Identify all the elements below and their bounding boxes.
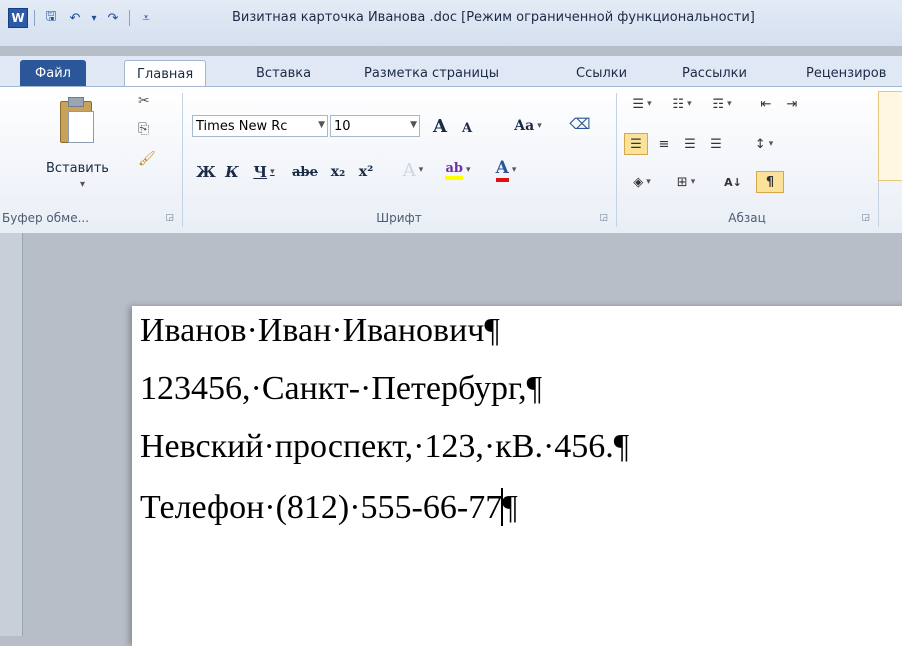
align-center-icon[interactable]: ≡ (652, 133, 676, 155)
align-right-icon[interactable]: ☰ (678, 133, 702, 155)
copy-icon[interactable]: ⎘ (138, 121, 149, 137)
shading-icon: ◈ (633, 174, 644, 190)
undo-dropdown-icon[interactable]: ▾ (89, 8, 99, 28)
paste-icon[interactable] (60, 97, 94, 143)
numbering-icon: ☷ (672, 96, 685, 112)
underline-button[interactable]: Ч ▾ (246, 161, 282, 183)
line-text: 123456,·Санкт-·Петербург, (140, 370, 527, 407)
multilevel-list-button[interactable]: ☶ ▾ (704, 93, 740, 115)
quick-access-toolbar: W 🖫 ↶ ▾ ↷ ⩡ (8, 6, 156, 30)
title-bar: W 🖫 ↶ ▾ ↷ ⩡ Визитная карточка Иванова .d… (0, 0, 902, 46)
text-effects-button[interactable]: A ▾ (396, 159, 430, 181)
qat-separator (129, 10, 130, 26)
qat-separator (34, 10, 35, 26)
borders-button[interactable]: ⊞ ▾ (668, 171, 704, 193)
styles-gallery[interactable] (878, 91, 902, 181)
borders-icon: ⊞ (676, 174, 688, 190)
text-effects-label: A (402, 159, 416, 181)
format-painter-icon[interactable]: 🖌 (138, 151, 156, 167)
tab-review[interactable]: Рецензиров (806, 60, 886, 86)
font-size-value: 10 (334, 118, 351, 134)
save-icon[interactable]: 🖫 (41, 8, 61, 28)
clipboard-group-label: Буфер обме... (2, 211, 90, 225)
chevron-down-icon[interactable]: ▼ (318, 120, 325, 130)
customize-qat-icon[interactable]: ⩡ (136, 8, 156, 28)
tab-mailings[interactable]: Рассылки (682, 60, 747, 86)
document-line[interactable]: Иванов·Иван·Иванович¶ (140, 312, 500, 350)
paste-dropdown-icon[interactable]: ▾ (80, 179, 85, 190)
clear-formatting-icon[interactable]: ⌫ (566, 113, 594, 135)
ribbon: Вставить ▾ ✂ ⎘ 🖌 Буфер обме... ◲ Times N… (0, 86, 902, 234)
line-text: Невский·проспект,·123,·кВ.·456. (140, 428, 614, 465)
highlight-color-button[interactable]: ab ▾ (438, 159, 478, 181)
sort-icon[interactable]: A↓ (718, 171, 748, 193)
paragraph-mark: ¶ (613, 428, 630, 465)
chevron-down-icon[interactable]: ▼ (410, 120, 417, 130)
superscript-button[interactable]: x² (354, 161, 378, 183)
clipboard-group: Вставить ▾ ✂ ⎘ 🖌 Буфер обме... ◲ (0, 87, 180, 231)
paragraph-mark: ¶ (502, 489, 518, 526)
tab-file[interactable]: Файл (20, 60, 86, 86)
decrease-indent-icon[interactable]: ⇤ (754, 93, 778, 115)
paragraph-group-label: Абзац (728, 211, 766, 225)
document-page[interactable]: Иванов·Иван·Иванович¶ 123456,·Санкт-·Пет… (132, 306, 902, 646)
font-name-input[interactable]: Times New Rc ▼ (192, 115, 328, 137)
font-color-label: A (495, 158, 509, 182)
bold-button[interactable]: Ж (196, 161, 216, 183)
underline-label: Ч (253, 163, 268, 181)
font-name-value: Times New Rc (196, 118, 288, 134)
increase-indent-icon[interactable]: ⇥ (780, 93, 804, 115)
numbering-button[interactable]: ☷ ▾ (664, 93, 700, 115)
redo-icon[interactable]: ↷ (103, 8, 123, 28)
font-launcher-icon[interactable]: ◲ (599, 213, 608, 223)
line-text: Телефон·(812)·555-66-77 (140, 489, 503, 526)
multilevel-list-icon: ☶ (712, 96, 725, 112)
tab-references[interactable]: Ссылки (576, 60, 627, 86)
tab-home[interactable]: Главная (124, 60, 207, 87)
word-app-icon[interactable]: W (8, 8, 28, 28)
window-title: Визитная карточка Иванова .doc [Режим ог… (232, 10, 755, 25)
paste-button-label[interactable]: Вставить (46, 161, 109, 176)
document-line[interactable]: 123456,·Санкт-·Петербург,¶ (140, 370, 542, 408)
grow-font-button[interactable]: A (426, 115, 454, 137)
paragraph-mark: ¶ (526, 370, 542, 407)
font-group: Times New Rc ▼ 10 ▼ A A Aa ▾ ⌫ Ж К Ч ▾ abe… (184, 87, 614, 231)
bullets-button[interactable]: ☰ ▾ (624, 93, 660, 115)
font-size-input[interactable]: 10 ▼ (330, 115, 420, 137)
font-group-label: Шрифт (376, 211, 422, 225)
group-separator (616, 93, 617, 227)
subscript-button[interactable]: x₂ (326, 161, 350, 183)
clipboard-launcher-icon[interactable]: ◲ (165, 213, 174, 223)
change-case-label: Aa (514, 118, 535, 134)
shading-button[interactable]: ◈ ▾ (624, 171, 660, 193)
paragraph-group: ☰ ▾ ☷ ▾ ☶ ▾ ⇤ ⇥ ☰ ≡ ☰ ☰ ↕ ▾ ◈ ▾ ⊞ ▾ A↓ ¶ Абзац… (618, 87, 876, 231)
tab-insert[interactable]: Вставка (256, 60, 311, 86)
tab-page-layout[interactable]: Разметка страницы (364, 60, 499, 86)
line-text: Иванов·Иван·Иванович (140, 312, 485, 349)
group-separator (182, 93, 183, 227)
paragraph-launcher-icon[interactable]: ◲ (861, 213, 870, 223)
italic-button[interactable]: К (222, 161, 242, 183)
shrink-font-button[interactable]: A (456, 117, 478, 139)
line-spacing-icon: ↕ (754, 136, 766, 152)
strikethrough-button[interactable]: abe (288, 161, 322, 183)
document-line[interactable]: Телефон·(812)·555-66-77¶ (140, 488, 518, 527)
bullets-icon: ☰ (632, 96, 645, 112)
paragraph-mark: ¶ (484, 312, 500, 349)
font-color-button[interactable]: A ▾ (488, 158, 524, 182)
line-spacing-button[interactable]: ↕ ▾ (746, 133, 782, 155)
vertical-ruler (0, 233, 23, 636)
cut-icon[interactable]: ✂ (138, 93, 150, 109)
undo-icon[interactable]: ↶ (65, 8, 85, 28)
change-case-button[interactable]: Aa ▾ (510, 115, 546, 137)
show-marks-icon[interactable]: ¶ (756, 171, 784, 193)
highlight-label: ab (445, 161, 463, 180)
align-left-icon[interactable]: ☰ (624, 133, 648, 155)
justify-icon[interactable]: ☰ (704, 133, 728, 155)
document-line[interactable]: Невский·проспект,·123,·кВ.·456.¶ (140, 428, 629, 466)
